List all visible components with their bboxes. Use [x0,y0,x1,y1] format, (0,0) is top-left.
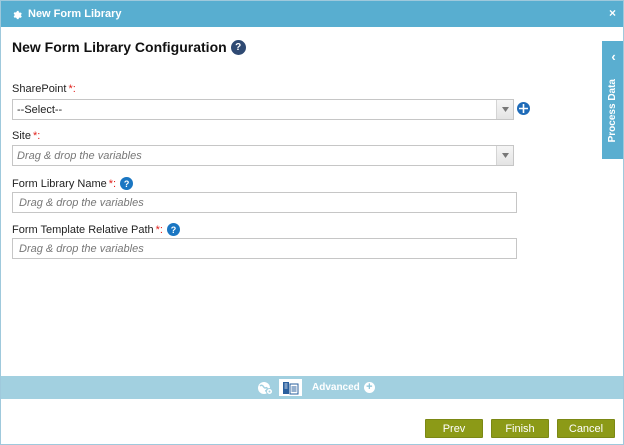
finish-button[interactable]: Finish [491,419,549,438]
chevron-left-icon[interactable]: ‹ [602,49,623,64]
cancel-button[interactable]: Cancel [557,419,615,438]
close-icon[interactable]: × [609,7,616,19]
help-icon[interactable]: ? [166,223,180,236]
site-label: Site *: [12,130,40,142]
prev-button[interactable]: Prev [425,419,483,438]
form-library-name-input[interactable] [12,192,517,213]
globe-gear-icon[interactable] [255,379,274,396]
process-data-tab[interactable]: ‹ Process Data [602,41,623,159]
form-library-name-label-text: Form Library Name [12,177,107,190]
page-title: New Form Library Configuration [12,38,227,55]
title-bar: New Form Library × [1,1,623,27]
site-select-placeholder: Drag & drop the variables [17,149,142,162]
dialog-window: New Form Library × New Form Library Conf… [0,0,624,445]
sharepoint-label-text: SharePoint [12,83,67,95]
advanced-label: Advanced [312,382,360,393]
window-title: New Form Library [28,8,122,20]
bottom-tab-strip: Advanced + [1,376,623,399]
required-marker: *: [108,177,117,190]
help-icon[interactable]: ? [120,177,134,190]
form-library-name-label: Form Library Name *: ? [12,177,134,190]
help-icon[interactable]: ? [230,40,246,55]
dropdown-arrow-icon[interactable] [496,146,513,165]
site-label-text: Site [12,130,31,142]
form-template-path-input[interactable] [12,238,517,259]
process-data-label: Process Data [607,79,618,143]
document-list-icon[interactable] [279,379,302,396]
plus-circle-icon[interactable]: + [363,382,375,393]
site-select[interactable]: Drag & drop the variables [12,145,514,166]
sharepoint-label: SharePoint *: [12,83,76,95]
required-marker: *: [155,223,163,236]
required-marker: *: [32,130,41,142]
sharepoint-select[interactable]: --Select-- [12,99,514,120]
gear-icon [11,8,23,20]
form-template-path-label-text: Form Template Relative Path [12,223,154,236]
page-heading: New Form Library Configuration ? [12,38,246,55]
form-template-path-label: Form Template Relative Path *: ? [12,223,180,236]
advanced-toggle[interactable]: Advanced + [312,376,375,399]
add-sharepoint-icon[interactable] [517,102,530,115]
sharepoint-select-value: --Select-- [17,103,63,116]
required-marker: *: [68,83,76,95]
dropdown-arrow-icon[interactable] [496,100,513,119]
